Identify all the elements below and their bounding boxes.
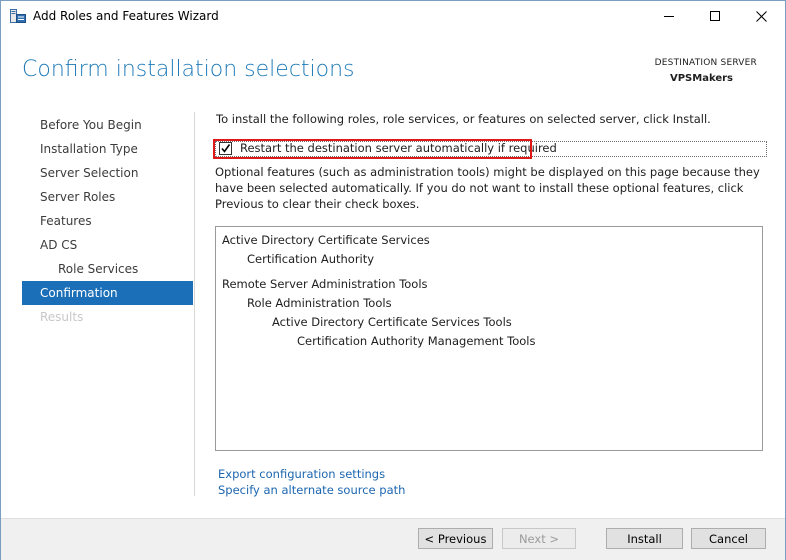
feature-item: Active Directory Certificate Services (222, 233, 430, 247)
nav-item-ad-cs[interactable]: AD CS (22, 233, 193, 257)
nav-item-results: Results (40, 310, 84, 324)
maximize-icon (709, 11, 720, 21)
features-list-box[interactable]: Active Directory Certificate Services Ce… (215, 226, 763, 451)
nav-item-installation-type[interactable]: Installation Type (22, 137, 193, 161)
close-icon (755, 11, 767, 22)
destination-server-label: DESTINATION SERVER (654, 58, 757, 68)
title-bar[interactable]: Add Roles and Features Wizard (1, 1, 785, 32)
destination-server-name: VPSMakers (669, 73, 733, 84)
nav-item-role-services[interactable]: Role Services (22, 257, 193, 281)
nav-item-server-selection[interactable]: Server Selection (22, 161, 193, 185)
nav-item-server-roles[interactable]: Server Roles (22, 185, 193, 209)
feature-item: Certification Authority Management Tools (297, 334, 536, 348)
feature-item: Active Directory Certificate Services To… (272, 315, 512, 329)
previous-button[interactable]: < Previous (418, 528, 493, 549)
optional-features-note: Optional features (such as administratio… (215, 165, 760, 211)
intro-text: To install the following roles, role ser… (216, 112, 711, 126)
feature-item: Certification Authority (247, 252, 375, 266)
feature-item: Remote Server Administration Tools (222, 277, 428, 291)
page-title: Confirm installation selections (22, 57, 355, 82)
feature-item: Role Administration Tools (247, 296, 392, 310)
alternate-source-path-link[interactable]: Specify an alternate source path (218, 483, 405, 497)
nav-item-features[interactable]: Features (22, 209, 193, 233)
export-configuration-link[interactable]: Export configuration settings (218, 467, 385, 481)
maximize-button[interactable] (692, 1, 738, 32)
minimize-icon (663, 16, 674, 17)
nav-divider (194, 112, 195, 496)
install-button[interactable]: Install (606, 528, 683, 549)
nav-item-before-you-begin[interactable]: Before You Begin (22, 113, 193, 137)
nav-item-confirmation[interactable]: Confirmation (22, 281, 193, 305)
cancel-button[interactable]: Cancel (691, 528, 766, 549)
wizard-window: Add Roles and Features Wizard Confirm in… (0, 0, 786, 560)
server-manager-icon (10, 9, 26, 23)
window-title: Add Roles and Features Wizard (33, 9, 219, 23)
next-button[interactable]: Next > (502, 528, 576, 549)
minimize-button[interactable] (646, 1, 692, 32)
highlight-box (213, 139, 532, 159)
wizard-nav: Before You Begin Installation Type Serve… (22, 113, 193, 329)
close-button[interactable] (738, 1, 784, 32)
